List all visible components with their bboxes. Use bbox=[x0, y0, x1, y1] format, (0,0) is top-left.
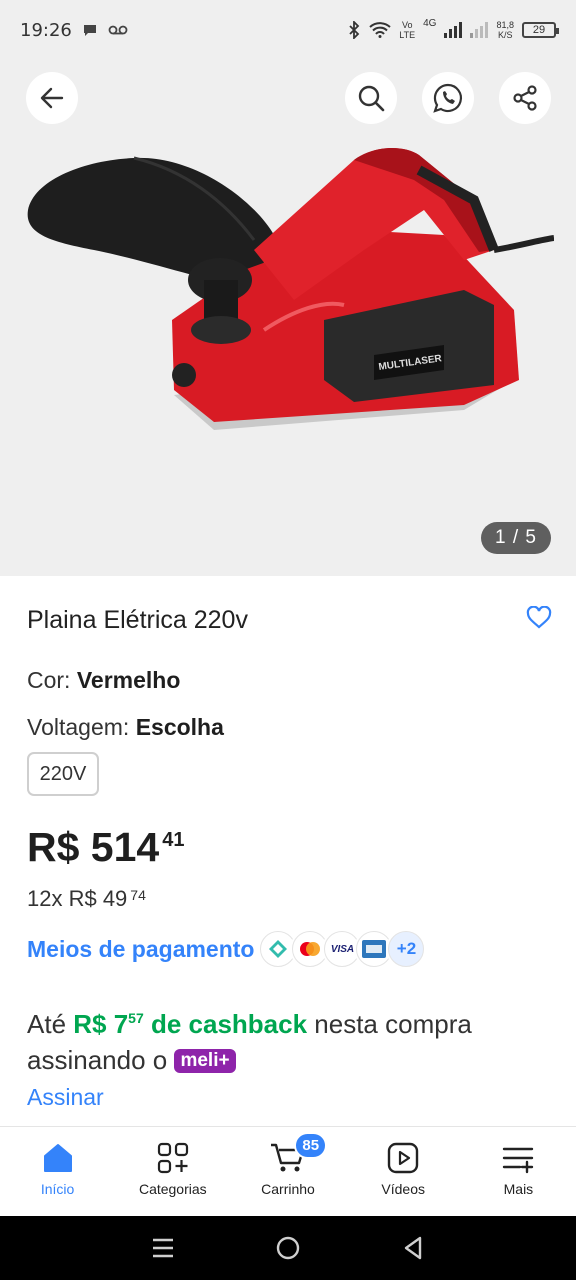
visa-icon: VISA bbox=[324, 931, 361, 967]
home-system-icon[interactable] bbox=[275, 1235, 301, 1261]
amex-icon bbox=[356, 931, 393, 967]
price-cents: 41 bbox=[162, 829, 185, 851]
cart-count-badge: 85 bbox=[294, 1132, 328, 1159]
back-button[interactable] bbox=[26, 72, 78, 124]
payment-methods-row[interactable]: Meios de pagamento VISA +2 bbox=[27, 931, 425, 967]
wifi-icon bbox=[369, 22, 391, 38]
categories-icon bbox=[157, 1142, 188, 1174]
voltage-value: Escolha bbox=[135, 714, 224, 740]
volte-indicator: Vo LTE bbox=[399, 20, 416, 40]
product-gallery[interactable]: MULTILASER 1 / 5 bbox=[0, 60, 576, 576]
video-icon bbox=[388, 1142, 419, 1174]
menu-plus-icon bbox=[503, 1147, 534, 1174]
voicemail-icon bbox=[108, 25, 128, 35]
nav-home[interactable]: Início bbox=[0, 1127, 115, 1216]
bottom-navigation: Início Categorias 85 Carrinho Vídeos Mai… bbox=[0, 1126, 576, 1216]
nav-more[interactable]: Mais bbox=[461, 1127, 576, 1216]
signal-icon bbox=[444, 22, 463, 38]
nav-cart[interactable]: 85 Carrinho bbox=[230, 1127, 345, 1216]
status-time: 19:26 bbox=[20, 19, 72, 41]
pix-icon bbox=[260, 931, 297, 967]
share-button[interactable] bbox=[499, 72, 551, 124]
payment-methods-link[interactable]: Meios de pagamento bbox=[27, 936, 254, 963]
voltage-option-chip[interactable]: 220V bbox=[27, 752, 99, 796]
search-button[interactable] bbox=[345, 72, 397, 124]
nav-categories[interactable]: Categorias bbox=[115, 1127, 230, 1216]
whatsapp-icon bbox=[433, 83, 463, 113]
image-counter: 1 / 5 bbox=[481, 522, 551, 554]
search-icon bbox=[358, 85, 385, 112]
installments-cents: 74 bbox=[130, 887, 146, 903]
share-icon bbox=[513, 85, 537, 111]
network-speed: 81,8 K/S bbox=[496, 20, 514, 40]
more-payment-methods[interactable]: +2 bbox=[388, 931, 425, 967]
whatsapp-share-button[interactable] bbox=[422, 72, 474, 124]
cashback-info: Até R$ 757 de cashback nesta compra assi… bbox=[27, 1009, 472, 1075]
voltage-row: Voltagem: Escolha bbox=[27, 714, 224, 740]
home-icon bbox=[43, 1144, 72, 1172]
signal-2-icon bbox=[470, 22, 489, 38]
network-type: 4G bbox=[423, 18, 437, 29]
color-value: Vermelho bbox=[76, 667, 181, 693]
system-navigation-bar bbox=[0, 1216, 576, 1280]
chat-notification-icon bbox=[83, 25, 96, 36]
arrow-left-icon bbox=[40, 87, 64, 109]
product-image[interactable]: MULTILASER bbox=[24, 140, 554, 440]
nav-videos[interactable]: Vídeos bbox=[346, 1127, 461, 1216]
meli-plus-badge: meli+ bbox=[174, 1049, 236, 1073]
subscribe-link[interactable]: Assinar bbox=[27, 1084, 104, 1111]
status-bar: 19:26 Vo LTE 4G 81,8 K/S 29 bbox=[0, 0, 576, 60]
mastercard-icon bbox=[292, 931, 329, 967]
installments: 12x R$ 49 74 bbox=[27, 886, 146, 911]
battery-indicator: 29 bbox=[522, 22, 559, 38]
back-system-icon[interactable] bbox=[400, 1235, 426, 1261]
color-row: Cor: Vermelho bbox=[27, 667, 181, 693]
recent-apps-icon[interactable] bbox=[150, 1235, 176, 1261]
price: R$ 514 41 bbox=[27, 824, 185, 870]
cashback-amount: R$ 757 de cashback bbox=[73, 1009, 308, 1039]
favorite-heart-icon[interactable] bbox=[526, 606, 552, 630]
bluetooth-icon bbox=[349, 21, 360, 39]
product-title: Plaina Elétrica 220v bbox=[27, 606, 248, 634]
